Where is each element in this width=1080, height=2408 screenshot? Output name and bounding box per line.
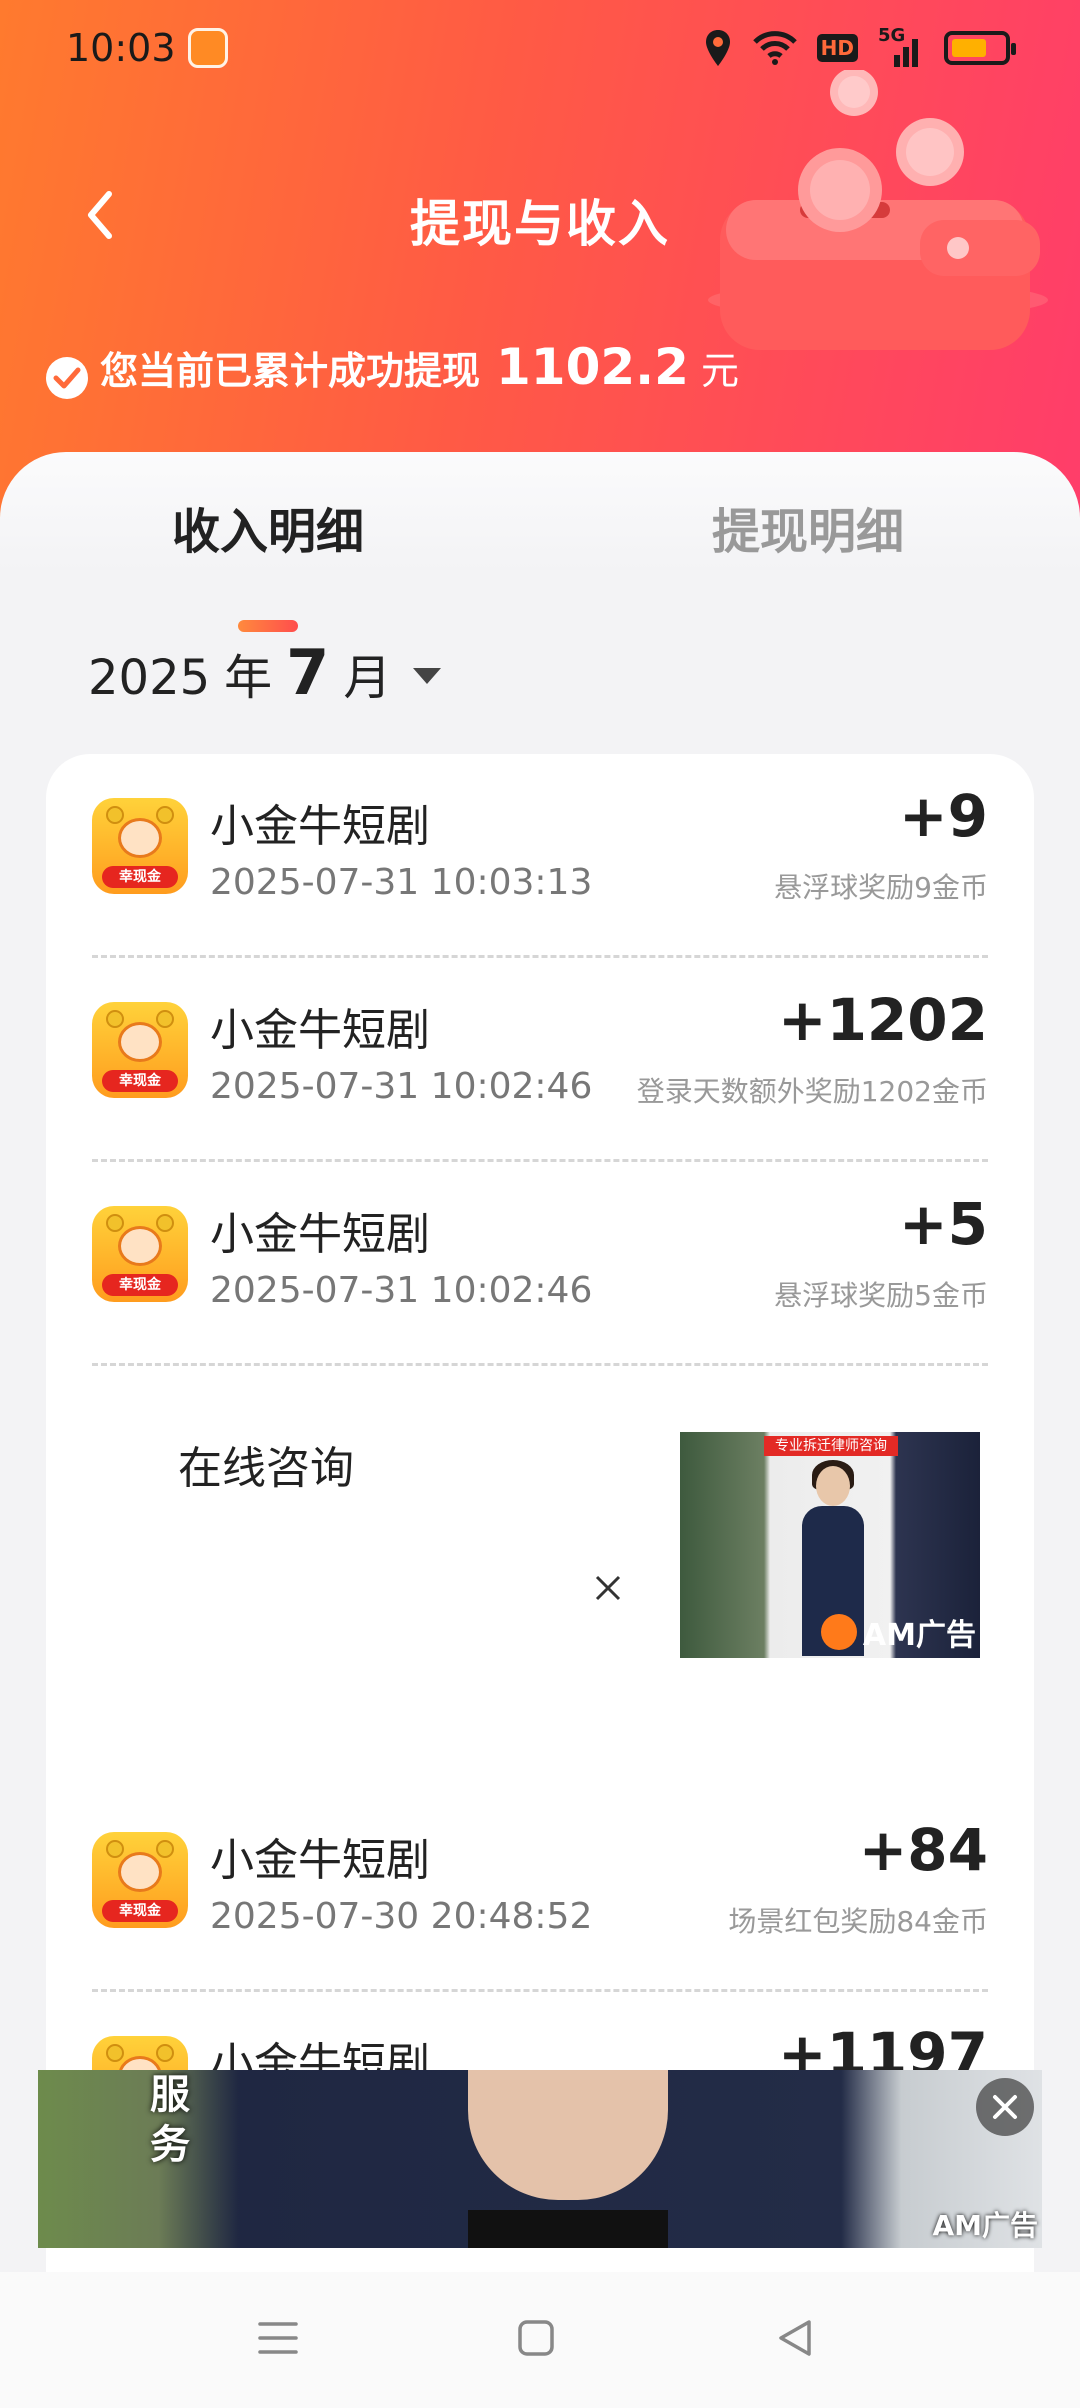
income-source-name: 小金牛短剧 [210,1005,430,1056]
battery-icon [944,31,1016,65]
tab-withdraw-details[interactable]: 提现明细 [712,492,904,562]
summary-unit: 元 [700,349,739,393]
wifi-icon [752,31,797,65]
back-nav-button[interactable] [764,2308,824,2368]
banner-ad-image-detail [468,2210,668,2248]
status-icons: HD 5G [703,25,1016,68]
summary-prefix: 您当前已累计成功提现 [100,349,481,393]
close-icon [595,1575,621,1601]
app-logo-badge: 幸现金 [102,1070,178,1092]
tab-income-details[interactable]: 收入明细 [172,492,364,562]
summary-amount: 1102.2 [496,338,689,396]
ad-close-button[interactable] [588,1568,628,1608]
app-logo-badge: 幸现金 [102,1900,178,1922]
home-button[interactable] [506,2308,566,2368]
ad-video-thumbnail[interactable]: 专业拆迁律师咨询 AM广告 [680,1432,980,1658]
income-description: 悬浮球奖励5金币 [774,1279,988,1312]
inline-ad[interactable]: 在线咨询 专业拆迁律师咨询 AM广告 [46,1366,1034,1806]
income-time: 2025-07-31 10:02:46 [210,1270,593,1311]
income-time: 2025-07-30 20:48:52 [210,1896,593,1937]
month-picker[interactable]: 2025 年 7 月 [88,636,442,709]
banner-ad-text: 服 务 [150,2072,190,2168]
income-row[interactable]: 幸现金 小金牛短剧 2025-07-31 10:02:46 +1202 登录天数… [46,958,1034,1162]
year-value: 2025 [88,650,211,706]
income-amount: +9 [899,782,988,850]
active-tab-indicator [238,620,298,632]
income-row[interactable]: 幸现金 小金牛短剧 2025-07-31 10:02:46 +5 悬浮球奖励5金… [46,1162,1034,1366]
income-description: 登录天数额外奖励1202金币 [636,1075,988,1108]
income-amount: +5 [899,1190,988,1258]
check-circle-icon [46,357,88,399]
header-banner: 10:03 HD 5G 提现与收入 您当前已累计成功提现 1102.2 元 [0,0,1080,520]
income-source-name: 小金牛短剧 [210,801,430,852]
banner-ad-close-button[interactable] [976,2078,1034,2136]
income-row[interactable]: 幸现金 小金牛短剧 2025-07-31 10:03:13 +9 悬浮球奖励9金… [46,754,1034,958]
square-icon [518,2320,554,2356]
bottom-banner-ad[interactable]: 服 务 AM广告 [38,2070,1042,2248]
income-amount: +84 [858,1816,988,1884]
income-time: 2025-07-31 10:02:46 [210,1066,593,1107]
ad-brand-icon [820,1614,857,1650]
income-description: 场景红包奖励84金币 [728,1905,988,1938]
status-time: 10:03 [66,26,176,70]
month-unit: 月 [343,650,392,706]
cellular-signal-icon: 5G [878,25,924,67]
ad-label: AM广告 [820,1610,976,1654]
location-icon [705,30,730,66]
app-logo-icon: 幸现金 [92,1832,188,1928]
banner-ad-image [468,2070,668,2200]
network-type-label: 5G [878,25,906,46]
income-source-name: 小金牛短剧 [210,1835,430,1886]
notification-app-icon [188,28,228,68]
banner-ad-label: AM广告 [932,2209,1038,2242]
app-logo-badge: 幸现金 [102,1274,178,1296]
triangle-back-icon [779,2320,811,2356]
screen: 10:03 HD 5G 提现与收入 您当前已累计成功提现 1102.2 元 收入… [0,0,1080,2408]
wallet-illustration [708,70,1048,350]
dropdown-arrow-icon [413,668,442,684]
tab-bar: 收入明细 提现明细 [0,492,1080,632]
content-panel: 收入明细 提现明细 2025 年 7 月 幸现金 小金牛短剧 2025-07-3… [0,452,1080,2354]
menu-icon [258,2322,298,2354]
income-row[interactable]: 幸现金 小金牛短剧 2025-07-30 20:48:52 +84 场景红包奖励… [46,1788,1034,1992]
app-logo-icon: 幸现金 [92,798,188,894]
income-source-name: 小金牛短剧 [210,1209,430,1260]
app-logo-badge: 幸现金 [102,866,178,888]
app-logo-icon: 幸现金 [92,1206,188,1302]
app-logo-icon: 幸现金 [92,1002,188,1098]
month-value: 7 [286,636,330,709]
system-navigation-bar [0,2272,1080,2408]
close-icon [993,2095,1017,2119]
year-unit: 年 [224,650,273,706]
ad-banner-text: 专业拆迁律师咨询 [764,1436,898,1456]
income-amount: +1202 [777,986,988,1054]
ad-title[interactable]: 在线咨询 [178,1432,354,1496]
hd-icon: HD [816,34,858,62]
income-time: 2025-07-31 10:03:13 [210,862,593,903]
menu-button[interactable] [248,2308,308,2368]
withdraw-summary: 您当前已累计成功提现 1102.2 元 [46,338,739,399]
income-description: 悬浮球奖励9金币 [774,871,988,904]
